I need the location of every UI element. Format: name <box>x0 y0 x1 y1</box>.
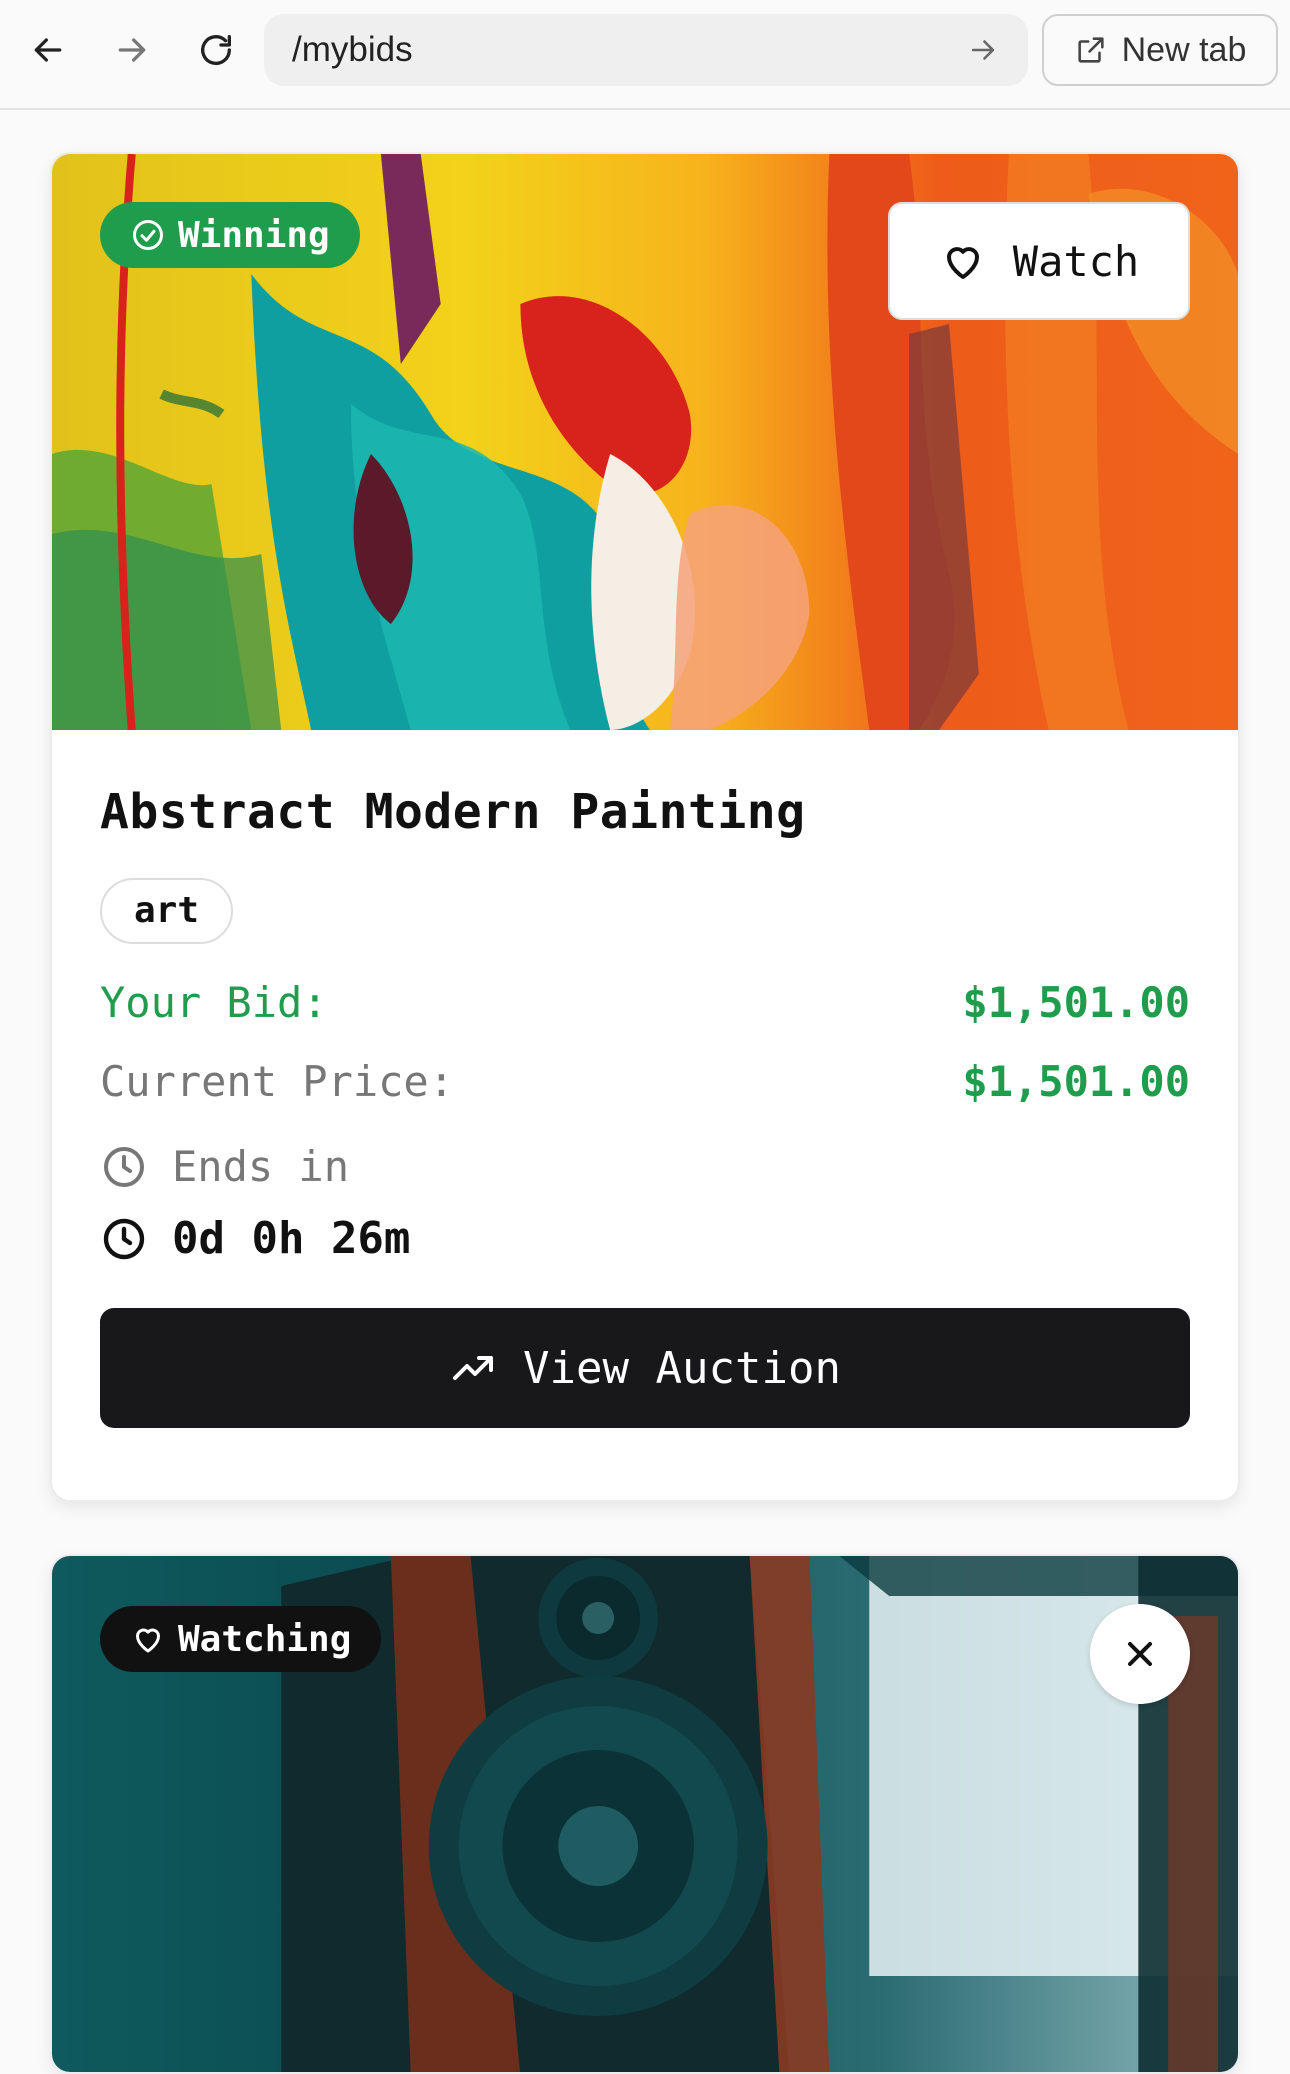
current-price-row: Current Price: $1,501.00 <box>100 1057 1190 1106</box>
your-bid-value: $1,501.00 <box>962 978 1190 1027</box>
watch-button[interactable]: Watch <box>888 202 1190 320</box>
arrow-left-icon <box>34 38 62 62</box>
clock-icon <box>104 1146 144 1187</box>
auction-title[interactable]: Abstract Modern Painting <box>100 784 1190 840</box>
trending-up-icon <box>453 1356 494 1380</box>
address-bar[interactable]: /mybids <box>264 14 1028 86</box>
current-price-label: Current Price: <box>100 1057 455 1106</box>
new-tab-label: New tab <box>1121 30 1247 69</box>
clock-icon <box>103 1218 145 1259</box>
current-price-value: $1,501.00 <box>962 1057 1190 1106</box>
heart-icon <box>136 1628 160 1653</box>
time-left-value: 0d 0h 26m <box>172 1213 411 1264</box>
ends-in-label: Ends in <box>172 1142 350 1191</box>
reload-icon <box>201 35 231 66</box>
auction-card: Watching <box>50 1554 1240 2074</box>
your-bid-row: Your Bid: $1,501.00 <box>100 978 1190 1027</box>
ends-in-row: Ends in <box>100 1142 1190 1191</box>
reload-button[interactable] <box>188 22 244 78</box>
view-auction-button[interactable]: View Auction <box>100 1308 1190 1428</box>
external-link-icon <box>1078 37 1104 63</box>
your-bid-label: Your Bid: <box>100 978 328 1027</box>
auction-image[interactable]: Watching <box>52 1556 1238 2072</box>
remove-watch-button[interactable] <box>1090 1604 1190 1704</box>
new-tab-button[interactable]: New tab <box>1042 14 1278 86</box>
status-badge-label: Winning <box>178 214 330 256</box>
check-circle-icon <box>133 220 163 250</box>
status-badge: Winning <box>100 202 360 268</box>
browser-toolbar: /mybids New tab <box>0 0 1290 110</box>
view-auction-label: View Auction <box>523 1342 841 1394</box>
go-arrow-icon[interactable] <box>966 33 1000 67</box>
close-icon <box>1128 1642 1152 1666</box>
url-text[interactable]: /mybids <box>292 30 966 70</box>
status-badge-label: Watching <box>178 1618 352 1660</box>
auction-card: Winning Watch Abstract Modern Painting a… <box>50 152 1240 1502</box>
heart-icon <box>946 247 979 279</box>
back-button[interactable] <box>20 22 76 78</box>
watch-label: Watch <box>1012 236 1140 286</box>
time-left-row: 0d 0h 26m <box>100 1213 1190 1264</box>
category-tag: art <box>100 878 234 944</box>
auction-image[interactable]: Winning Watch <box>52 154 1238 730</box>
forward-button[interactable] <box>104 22 160 78</box>
status-badge: Watching <box>100 1606 382 1672</box>
arrow-right-icon <box>118 38 146 62</box>
